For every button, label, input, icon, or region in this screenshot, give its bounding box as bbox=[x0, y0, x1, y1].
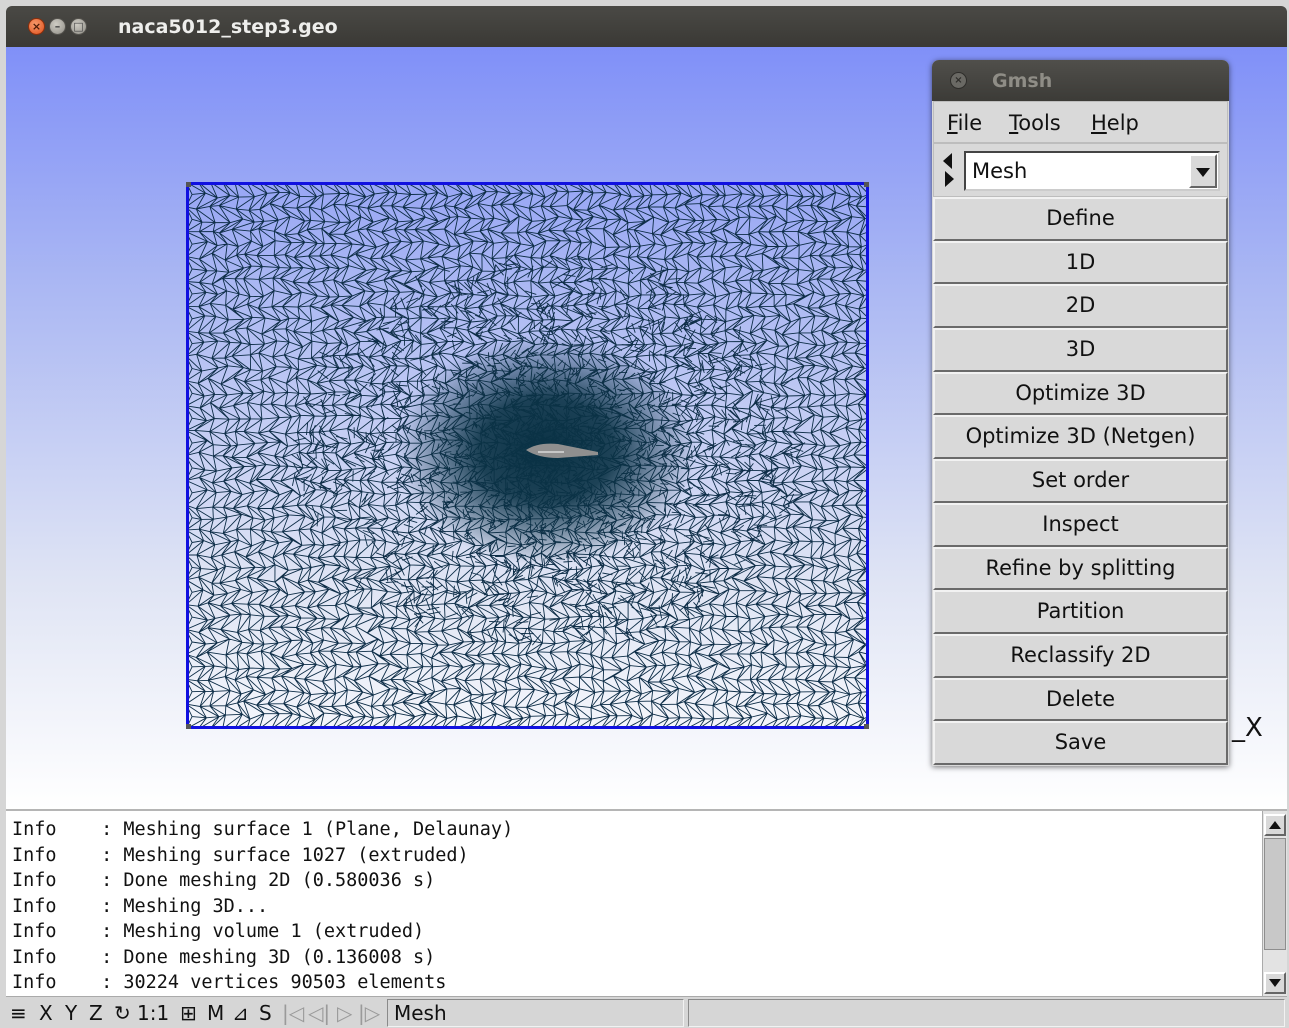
menu-tools-accel: T bbox=[1009, 111, 1019, 135]
window-title: naca5012_step3.geo bbox=[118, 16, 338, 38]
mesh-1d-button[interactable]: 1D bbox=[933, 240, 1228, 285]
gmsh-menubar: File Tools Help bbox=[933, 101, 1228, 143]
mesh-view[interactable] bbox=[186, 182, 869, 729]
scroll-up-icon[interactable] bbox=[1264, 814, 1286, 836]
console-line: Info : 30224 vertices 90503 elements bbox=[12, 972, 447, 993]
view-z-button[interactable]: Z bbox=[89, 1001, 103, 1025]
module-select[interactable]: Mesh bbox=[964, 151, 1220, 191]
status-message-field: Mesh bbox=[387, 999, 684, 1027]
console-lines: Info : Meshing surface 1 (Plane, Delauna… bbox=[12, 817, 1252, 996]
menu-help[interactable]: Help bbox=[1091, 111, 1139, 135]
gmsh-titlebar: × Gmsh bbox=[932, 60, 1229, 101]
corner-point bbox=[864, 724, 869, 729]
first-step-icon[interactable]: |◁ bbox=[282, 1001, 304, 1025]
gmsh-title: Gmsh bbox=[992, 70, 1053, 92]
refine-by-splitting-button[interactable]: Refine by splitting bbox=[933, 546, 1228, 591]
console-line: Info : Done meshing 2D (0.580036 s) bbox=[12, 870, 436, 891]
prev-module-icon[interactable] bbox=[943, 153, 952, 169]
corner-point bbox=[186, 724, 191, 729]
console-line: Info : Meshing volume 1 (extruded) bbox=[12, 921, 425, 942]
partition-button[interactable]: Partition bbox=[933, 590, 1228, 634]
scroll-down-icon[interactable] bbox=[1264, 972, 1286, 994]
delete-button[interactable]: Delete bbox=[933, 677, 1228, 722]
console-line: Info : Done meshing 3D (0.136008 s) bbox=[12, 946, 436, 968]
scale-button[interactable]: 1:1 bbox=[137, 1001, 169, 1025]
message-console[interactable]: Info : Meshing surface 1 (Plane, Delauna… bbox=[6, 809, 1287, 996]
close-icon: × bbox=[31, 20, 42, 33]
scroll-thumb[interactable] bbox=[1264, 838, 1286, 950]
menu-toggle-icon[interactable]: ≡ bbox=[10, 1001, 27, 1025]
console-line: Info : Meshing 3D... bbox=[12, 895, 269, 917]
select-icon[interactable]: ⊿ bbox=[232, 1001, 249, 1025]
console-line: Info : Meshing surface 1027 (extruded) bbox=[12, 844, 469, 866]
menu-tools[interactable]: Tools bbox=[1009, 111, 1061, 135]
menu-file[interactable]: File bbox=[947, 111, 982, 135]
set-order-button[interactable]: Set order bbox=[933, 459, 1228, 503]
console-line: Info : Meshing surface 1 (Plane, Delauna… bbox=[12, 819, 514, 840]
gmsh-panel: × Gmsh File Tools Help Mesh Define 1D 2D… bbox=[932, 60, 1229, 766]
optimize-3d-button[interactable]: Optimize 3D bbox=[933, 371, 1228, 416]
define-button[interactable]: Define bbox=[933, 197, 1228, 241]
mouse-mode-button[interactable]: M bbox=[207, 1001, 224, 1025]
maximize-icon: □ bbox=[73, 20, 84, 33]
mesh-2d-button[interactable]: 2D bbox=[933, 284, 1228, 329]
window-titlebar: × – □ naca5012_step3.geo bbox=[6, 6, 1287, 47]
module-select-value: Mesh bbox=[972, 159, 1028, 183]
menu-file-label: ile bbox=[957, 111, 983, 135]
menu-tools-label: ools bbox=[1018, 111, 1061, 135]
minimize-icon: – bbox=[54, 20, 61, 33]
gmsh-close-button[interactable]: × bbox=[950, 72, 967, 89]
prev-step-icon[interactable]: ◁| bbox=[308, 1001, 330, 1025]
save-button[interactable]: Save bbox=[933, 721, 1228, 765]
mesh-3d-button[interactable]: 3D bbox=[933, 328, 1228, 372]
ortho-icon[interactable]: ⊞ bbox=[180, 1001, 197, 1025]
module-selector-row: Mesh bbox=[933, 143, 1228, 197]
status-secondary-field bbox=[688, 999, 1285, 1027]
menu-file-accel: F bbox=[947, 111, 958, 135]
menu-help-label: elp bbox=[1106, 111, 1139, 135]
optimize-3d-netgen-button[interactable]: Optimize 3D (Netgen) bbox=[933, 415, 1228, 460]
last-step-icon[interactable]: |▷ bbox=[358, 1001, 380, 1025]
console-scrollbar[interactable] bbox=[1262, 811, 1287, 996]
chevron-down-icon[interactable] bbox=[1189, 154, 1217, 188]
mesh-plot bbox=[186, 182, 869, 729]
status-bar: ≡ X Y Z ↻ 1:1 ⊞ M ⊿ S |◁ ◁| ▷ |▷ Mesh bbox=[6, 996, 1287, 1028]
view-y-button[interactable]: Y bbox=[65, 1001, 77, 1025]
snapshot-button[interactable]: S bbox=[259, 1001, 272, 1025]
corner-point bbox=[864, 182, 869, 187]
view-x-button[interactable]: X bbox=[39, 1001, 53, 1025]
next-module-icon[interactable] bbox=[945, 171, 954, 187]
reclassify-2d-button[interactable]: Reclassify 2D bbox=[933, 633, 1228, 678]
window-close-button[interactable]: × bbox=[28, 18, 45, 35]
corner-point bbox=[186, 182, 191, 187]
inspect-button[interactable]: Inspect bbox=[933, 502, 1228, 547]
window-maximize-button[interactable]: □ bbox=[70, 18, 87, 35]
play-icon[interactable]: ▷ bbox=[337, 1001, 352, 1025]
axis-x-label: _X bbox=[1232, 713, 1263, 743]
rotate-icon[interactable]: ↻ bbox=[114, 1001, 131, 1025]
menu-help-accel: H bbox=[1091, 111, 1107, 135]
window-minimize-button[interactable]: – bbox=[49, 18, 66, 35]
status-message: Mesh bbox=[394, 1001, 447, 1025]
mesh-button-list: Define 1D 2D 3D Optimize 3D Optimize 3D … bbox=[933, 197, 1228, 765]
close-icon: × bbox=[954, 75, 963, 86]
